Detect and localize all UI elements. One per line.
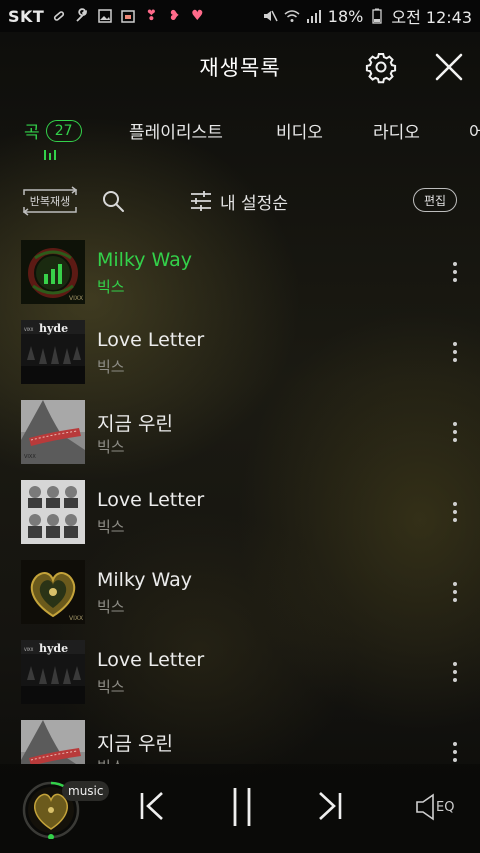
- search-icon: [103, 191, 124, 212]
- repeat-label: 반복재생: [29, 195, 71, 208]
- wifi-icon: [284, 8, 300, 24]
- svg-text:VIXX: VIXX: [24, 454, 36, 460]
- search-button[interactable]: [101, 189, 125, 213]
- pause-icon: [233, 788, 251, 826]
- album-art: hyde VIXX: [21, 320, 85, 384]
- wrench-icon: [74, 8, 90, 24]
- track-title: Milky Way: [97, 249, 193, 271]
- next-icon: [319, 792, 342, 820]
- eq-label: EQ: [436, 799, 455, 815]
- tab-more[interactable]: 어: [469, 118, 480, 143]
- tab-bar: 곡 27 플레이리스트 비디오 라디오 어: [0, 104, 480, 160]
- album-art: VIXX: [21, 560, 85, 624]
- track-row[interactable]: hyde VIXX Love Letter 빅스: [0, 632, 480, 712]
- edit-button[interactable]: 편집: [413, 188, 457, 212]
- tab-playlist[interactable]: 플레이리스트: [129, 118, 223, 143]
- album-art: [21, 480, 85, 544]
- more-options-button[interactable]: [446, 256, 464, 288]
- settings-button[interactable]: [364, 50, 398, 84]
- gear-icon: [365, 53, 397, 84]
- more-options-button[interactable]: [446, 656, 464, 688]
- sort-label: 내 설정순: [220, 193, 288, 214]
- svg-text:hyde: hyde: [39, 322, 68, 335]
- battery-icon: [369, 8, 385, 24]
- heart-icon: ♥: [191, 8, 204, 24]
- album-art: VIXX: [21, 240, 85, 304]
- heart-sticker-icon: ❣: [145, 8, 158, 24]
- track-row[interactable]: VIXX 지금 우린 빅스: [0, 392, 480, 472]
- track-list: VIXX Milky Way 빅스 hyde VIXX Love Letter …: [0, 232, 480, 764]
- calendar-icon: [120, 8, 136, 24]
- svg-text:VIXX: VIXX: [24, 327, 34, 332]
- repeat-button[interactable]: 반복재생: [22, 186, 78, 216]
- tab-radio[interactable]: 라디오: [373, 118, 420, 143]
- gallery-icon: [97, 8, 113, 24]
- track-row[interactable]: VIXX Milky Way 빅스: [0, 232, 480, 312]
- source-badge: music: [62, 781, 110, 801]
- battery-percent: 18%: [327, 6, 364, 26]
- song-count-badge: 27: [45, 119, 82, 142]
- more-options-button[interactable]: [446, 736, 464, 764]
- svg-text:VIXX: VIXX: [24, 647, 34, 652]
- more-options-button[interactable]: [446, 496, 464, 528]
- sort-sliders-icon: [191, 191, 211, 211]
- album-art: hyde VIXX: [21, 640, 85, 704]
- svg-text:hyde: hyde: [39, 642, 68, 655]
- track-artist: 빅스: [97, 678, 125, 696]
- mute-icon: [262, 8, 278, 24]
- pause-button[interactable]: [226, 786, 258, 828]
- more-options-button[interactable]: [446, 416, 464, 448]
- now-playing-indicator: [44, 150, 56, 160]
- status-bar: SKT ❣ ❥ ♥ 18% 오전 12:43: [0, 0, 480, 32]
- track-title: Milky Way: [97, 569, 193, 591]
- track-title: 지금 우린: [97, 733, 173, 755]
- tab-video[interactable]: 비디오: [276, 118, 323, 143]
- track-artist: 빅스: [97, 438, 125, 456]
- track-artist: 빅스: [97, 598, 125, 616]
- sort-button[interactable]: 내 설정순: [190, 187, 288, 215]
- close-icon: [435, 53, 463, 81]
- track-artist: 빅스: [97, 518, 125, 536]
- track-row[interactable]: VIXX Milky Way 빅스: [0, 552, 480, 632]
- more-options-button[interactable]: [446, 576, 464, 608]
- tab-songs-label: 곡: [24, 123, 40, 143]
- svg-text:VIXX: VIXX: [69, 295, 83, 302]
- notification-icon: [51, 8, 67, 24]
- next-button[interactable]: [314, 790, 346, 822]
- track-artist: 빅스: [97, 278, 125, 296]
- previous-button[interactable]: [136, 790, 168, 822]
- album-art: [21, 720, 85, 764]
- eq-button[interactable]: EQ: [414, 792, 460, 822]
- heart-sticker-icon-2: ❥: [168, 8, 181, 24]
- page-title: 재생목록: [199, 56, 281, 80]
- list-toolbar: 반복재생 내 설정순 편집: [0, 180, 480, 222]
- tab-songs[interactable]: 곡 27: [24, 118, 82, 143]
- previous-icon: [140, 792, 163, 820]
- track-row[interactable]: Love Letter 빅스: [0, 472, 480, 552]
- track-row[interactable]: hyde VIXX Love Letter 빅스: [0, 312, 480, 392]
- track-title: Love Letter: [97, 329, 205, 351]
- more-options-button[interactable]: [446, 336, 464, 368]
- mini-player: music EQ: [0, 764, 480, 853]
- track-title: Love Letter: [97, 649, 205, 671]
- signal-icon: [306, 8, 322, 24]
- carrier-label: SKT: [8, 6, 45, 26]
- track-row[interactable]: 지금 우린 빅스: [0, 712, 480, 764]
- track-title: Love Letter: [97, 489, 205, 511]
- close-button[interactable]: [432, 50, 466, 84]
- clock: 오전 12:43: [391, 8, 472, 27]
- track-title: 지금 우린: [97, 413, 173, 435]
- header: 재생목록: [0, 32, 480, 102]
- track-artist: 빅스: [97, 756, 125, 764]
- track-artist: 빅스: [97, 358, 125, 376]
- album-art: VIXX: [21, 400, 85, 464]
- svg-text:VIXX: VIXX: [69, 615, 83, 622]
